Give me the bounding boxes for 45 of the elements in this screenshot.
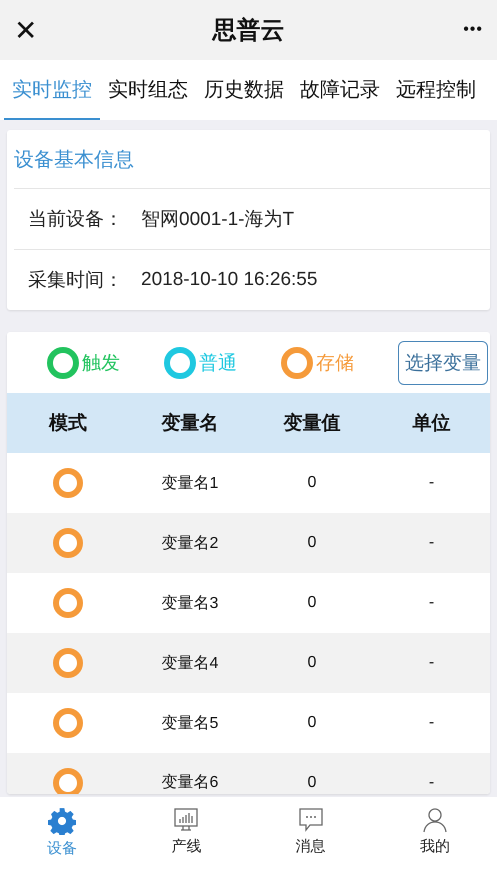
table-cell-text: - <box>428 654 436 672</box>
legend-label: 存储 <box>316 352 354 376</box>
gear-icon <box>48 807 76 835</box>
table-cell-text: - <box>428 534 436 552</box>
field-value: 2018-10-10 16:26:55 <box>141 269 318 291</box>
table-cell-text: - <box>428 474 436 492</box>
chart-icon <box>173 807 200 833</box>
nav-item[interactable]: 消息 <box>248 797 373 883</box>
tab[interactable]: 实时组态 <box>100 60 196 120</box>
nav-item[interactable]: 我的 <box>372 797 497 883</box>
table-cell-text: - <box>428 714 436 732</box>
table-cell-text: 0 <box>306 594 318 612</box>
table-cell-text: 变量名4 <box>160 654 220 674</box>
chat-icon <box>298 807 324 833</box>
person-icon <box>422 807 448 833</box>
legend-label: 触发 <box>82 352 120 376</box>
tab[interactable]: 故障记录 <box>292 60 388 120</box>
table-cell-text: 变量名6 <box>160 775 220 791</box>
tab[interactable]: 历史数据 <box>196 60 292 120</box>
field-label: 当前设备： <box>28 208 123 232</box>
column-header: 变量名 <box>160 412 220 436</box>
table-cell-text: 变量名2 <box>160 534 220 554</box>
table-cell-text: 0 <box>306 474 318 492</box>
table-cell-text: 0 <box>306 775 318 791</box>
field-value: 智网0001-1-海为T <box>141 208 294 232</box>
table-cell-text: 变量名5 <box>160 714 220 734</box>
nav-item[interactable]: 产线 <box>124 797 248 883</box>
table-cell-text: 0 <box>306 654 318 672</box>
column-header: 单位 <box>412 412 452 436</box>
table-cell-text: 0 <box>306 534 318 552</box>
more-button[interactable]: ••• <box>453 21 483 39</box>
field-label: 采集时间： <box>28 269 123 293</box>
close-button[interactable]: ✕ <box>14 14 44 46</box>
section-title: 设备基本信息 <box>13 148 135 172</box>
table-cell-text: 变量名3 <box>160 594 220 614</box>
table-cell-text: - <box>428 775 436 791</box>
table-cell-text: 变量名1 <box>160 474 220 494</box>
column-header: 模式 <box>48 412 88 436</box>
legend-label: 普通 <box>199 352 237 376</box>
tab[interactable]: 远程控制 <box>388 60 484 120</box>
column-header: 变量值 <box>282 412 342 436</box>
table-cell-text: 0 <box>306 714 318 732</box>
app-title: 思普云 <box>212 16 284 46</box>
table-cell-text: - <box>428 594 436 612</box>
select-variable-button[interactable]: 选择变量 <box>398 340 488 384</box>
